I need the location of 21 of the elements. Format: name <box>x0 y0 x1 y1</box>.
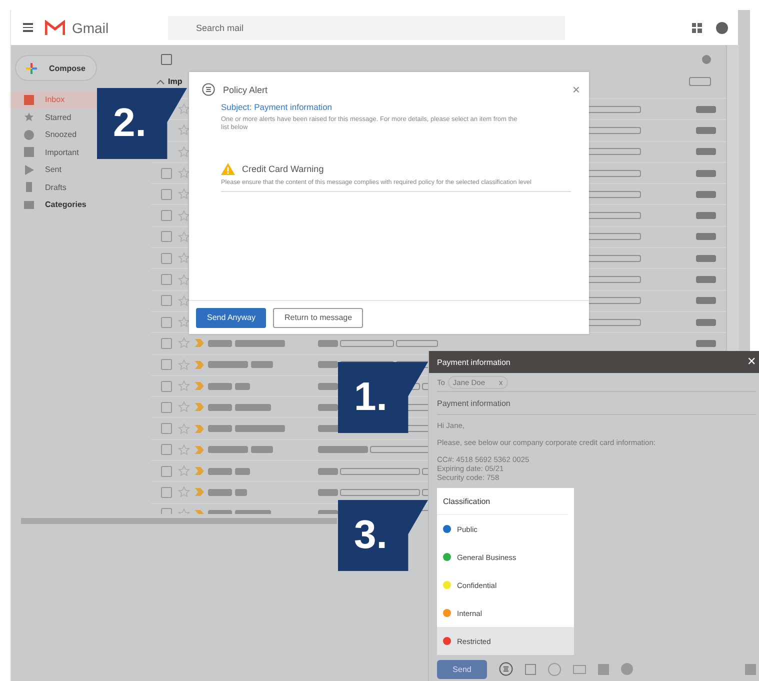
nav-item[interactable]: Important <box>11 144 97 161</box>
search-field[interactable]: Search mail <box>168 16 565 40</box>
menu-title: Classification <box>437 488 568 515</box>
nav-item[interactable]: Categories <box>11 196 97 214</box>
send-button[interactable]: Send <box>437 660 487 678</box>
subject-field[interactable]: Payment information <box>437 392 756 415</box>
alert-title[interactable]: Credit Card Warning <box>242 164 324 174</box>
dialog-subject: Subject: Payment information <box>221 102 334 112</box>
send-anyway-button[interactable]: Send Anyway <box>196 308 266 328</box>
compose-title: Payment information <box>437 358 512 366</box>
dialog-title: Policy Alert <box>223 84 268 94</box>
close-button[interactable]: × <box>572 83 580 96</box>
section-label: Imp <box>168 77 182 86</box>
nav-item[interactable]: Drafts <box>11 178 97 196</box>
return-button[interactable]: Return to message <box>273 308 364 328</box>
compose-button[interactable]: Compose <box>15 55 97 81</box>
close-button[interactable]: ✕ <box>747 356 756 368</box>
nav-item[interactable]: Sent <box>11 161 97 178</box>
app-name: Gmail <box>72 20 110 36</box>
nav-item[interactable]: Starred <box>11 108 97 126</box>
nav-item[interactable]: Snoozed <box>11 126 97 144</box>
